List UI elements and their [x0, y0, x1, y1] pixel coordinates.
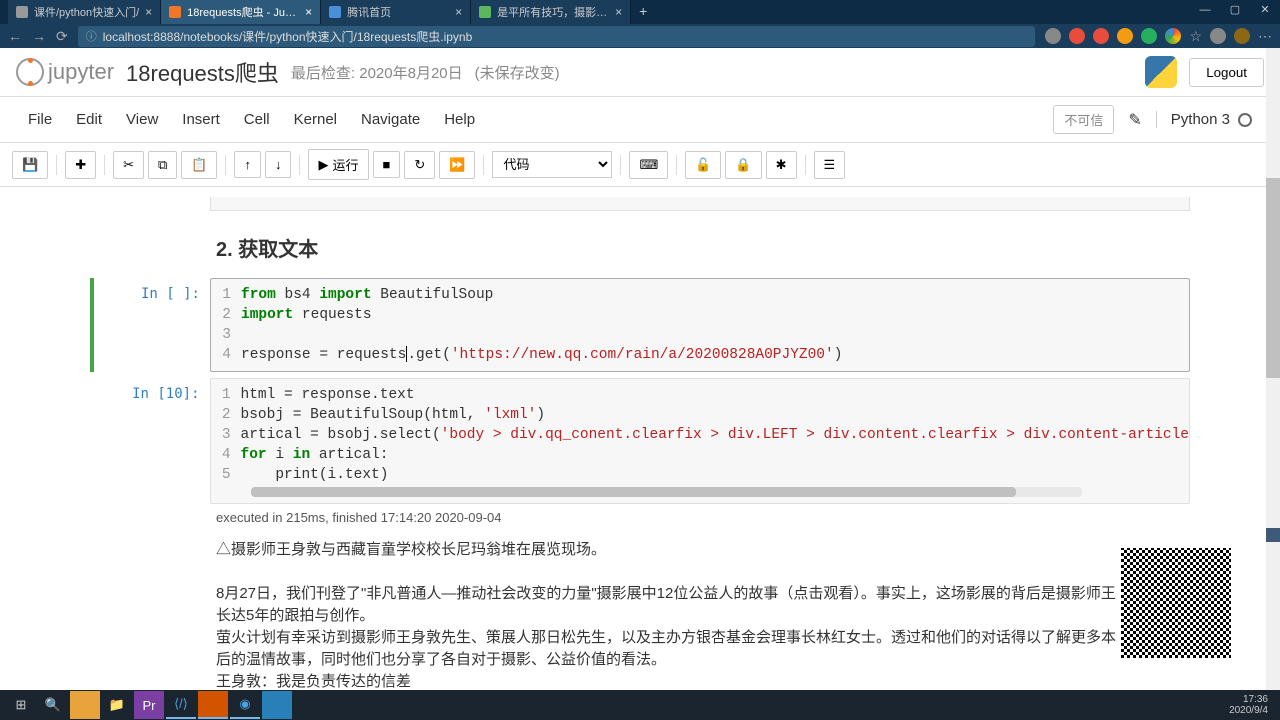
cell-prompt: In [ ]: [90, 278, 210, 372]
unsaved-label: (未保存改变) [475, 62, 560, 83]
nav-forward-icon[interactable]: → [32, 28, 46, 44]
menu-help[interactable]: Help [444, 111, 475, 128]
start-button[interactable]: ⊞ [6, 691, 36, 719]
tab-label: 课件/python快速入门/ [34, 4, 139, 20]
edit-icon[interactable]: ✎ [1128, 110, 1141, 130]
cell-output: △摄影师王身敦与西藏盲童学校校长尼玛翁堆在展览现场。 8月27日，我们刊登了"非… [216, 539, 1190, 692]
freeze-button[interactable]: ✱ [766, 151, 797, 179]
ext-icon[interactable] [1117, 28, 1133, 44]
trust-indicator[interactable]: 不可信 [1053, 105, 1114, 134]
address-bar[interactable]: ⓘ localhost:8888/notebooks/课件/python快速入门… [78, 26, 1036, 47]
code-editor[interactable]: 1html = response.text2bsobj = BeautifulS… [210, 378, 1190, 504]
ext-icon[interactable] [1141, 28, 1157, 44]
taskbar-app[interactable] [198, 691, 228, 719]
kernel-label: Python 3 [1171, 111, 1230, 128]
add-cell-button[interactable]: ✚ [65, 151, 96, 179]
python-logo-icon [1145, 56, 1177, 88]
url-text: localhost:8888/notebooks/课件/python快速入门/1… [103, 28, 473, 45]
search-icon[interactable]: 🔍 [38, 691, 68, 719]
move-down-button[interactable]: ↓ [265, 151, 292, 178]
browser-tab[interactable]: 课件/python快速入门/ × [8, 0, 161, 24]
browser-tab-bar: 课件/python快速入门/ × 18requests爬虫 - Jupyter N… [0, 0, 1280, 24]
ext-icon[interactable] [1165, 28, 1181, 44]
ext-icon[interactable] [1210, 28, 1226, 44]
logout-button[interactable]: Logout [1189, 58, 1264, 87]
new-tab-button[interactable]: + [631, 0, 655, 24]
stop-button[interactable]: ■ [373, 151, 401, 178]
move-up-button[interactable]: ↑ [234, 151, 261, 178]
taskbar-app[interactable] [70, 691, 100, 719]
horizontal-scrollbar[interactable] [251, 487, 1083, 497]
save-button[interactable]: 💾 [12, 151, 48, 179]
tab-close-icon[interactable]: × [305, 5, 312, 19]
ext-icon[interactable] [1045, 28, 1061, 44]
nav-refresh-icon[interactable]: ⟳ [56, 28, 68, 45]
menu-view[interactable]: View [126, 111, 158, 128]
system-tray[interactable]: 17:362020/9/4 [1229, 694, 1274, 716]
browser-tab-active[interactable]: 18requests爬虫 - Jupyter Noteb × [161, 0, 321, 24]
tab-label: 是平所有技巧，摄影师王身敦川 [497, 4, 609, 20]
nav-back-icon[interactable]: ← [8, 28, 22, 44]
execution-time: executed in 215ms, finished 17:14:20 202… [216, 510, 1190, 525]
lock-open-button[interactable]: 🔓 [685, 151, 721, 179]
edge-icon[interactable]: ◉ [230, 691, 260, 719]
notebook-title[interactable]: 18requests爬虫 [126, 56, 279, 88]
kernel-status-icon [1238, 113, 1252, 127]
vscode-icon[interactable]: ⟨/⟩ [166, 691, 196, 719]
copy-button[interactable]: ⧉ [148, 151, 177, 179]
cut-button[interactable]: ✂ [113, 151, 144, 179]
vertical-scrollbar[interactable] [1266, 48, 1280, 690]
tab-close-icon[interactable]: × [615, 5, 622, 19]
cell-type-select[interactable]: 代码 [492, 151, 612, 178]
jupyter-logo[interactable]: jupyter [16, 58, 114, 86]
menu-insert[interactable]: Insert [182, 111, 220, 128]
favorite-icon[interactable]: ☆ [1189, 28, 1202, 45]
checkpoint-label: 最后检查: 2020年8月20日 [291, 62, 463, 83]
tab-close-icon[interactable]: × [145, 5, 152, 19]
browser-tab[interactable]: 腾讯首页 × [321, 0, 471, 24]
menu-file[interactable]: File [28, 111, 52, 128]
qr-code-overlay [1117, 544, 1235, 662]
cell-prompt: In [10]: [90, 378, 210, 504]
browser-tab[interactable]: 是平所有技巧，摄影师王身敦川 × [471, 0, 631, 24]
toolbar: 💾 ✚ ✂ ⧉ 📋 ↑ ↓ ▶运行 ■ ↻ ⏩ 代码 ⌨ 🔓 🔒 ✱ ☰ [0, 143, 1280, 187]
window-maximize[interactable]: ▢ [1220, 0, 1250, 20]
notebook-area: 2. 获取文本 In [ ]: 1from bs4 import Beautif… [0, 187, 1280, 692]
tab-label: 腾讯首页 [347, 4, 449, 20]
menu-kernel[interactable]: Kernel [294, 111, 337, 128]
windows-taskbar: ⊞ 🔍 📁 Pr ⟨/⟩ ◉ 17:362020/9/4 [0, 690, 1280, 720]
keyboard-button[interactable]: ⌨ [629, 151, 668, 179]
paste-button[interactable]: 📋 [181, 151, 217, 179]
ext-icon[interactable] [1093, 28, 1109, 44]
profile-icon[interactable] [1234, 28, 1250, 44]
jupyter-header: jupyter 18requests爬虫 最后检查: 2020年8月20日 (未… [0, 48, 1280, 97]
tab-label: 18requests爬虫 - Jupyter Noteb [187, 4, 299, 20]
run-button[interactable]: ▶运行 [308, 149, 368, 180]
tab-close-icon[interactable]: × [455, 5, 462, 19]
window-close[interactable]: ✕ [1250, 0, 1280, 20]
menu-navigate[interactable]: Navigate [361, 111, 420, 128]
window-minimize[interactable]: — [1190, 0, 1220, 20]
taskbar-app[interactable] [262, 691, 292, 719]
ext-icon[interactable] [1069, 28, 1085, 44]
menu-icon[interactable]: ⋯ [1258, 28, 1272, 45]
restart-button[interactable]: ↻ [404, 151, 435, 179]
code-cell[interactable]: In [10]: 1html = response.text2bsobj = B… [90, 378, 1190, 504]
menu-cell[interactable]: Cell [244, 111, 270, 128]
fast-forward-button[interactable]: ⏩ [439, 151, 475, 179]
taskbar-app[interactable]: Pr [134, 691, 164, 719]
lock-button[interactable]: 🔒 [725, 151, 761, 179]
menu-bar: File Edit View Insert Cell Kernel Naviga… [0, 97, 1280, 143]
code-editor[interactable]: 1from bs4 import BeautifulSoup2import re… [210, 278, 1190, 372]
info-icon: ⓘ [86, 28, 97, 44]
menu-edit[interactable]: Edit [76, 111, 102, 128]
section-heading: 2. 获取文本 [216, 233, 1190, 262]
code-cell-selected[interactable]: In [ ]: 1from bs4 import BeautifulSoup2i… [90, 278, 1190, 372]
file-explorer-icon[interactable]: 📁 [102, 691, 132, 719]
toc-button[interactable]: ☰ [814, 151, 846, 179]
